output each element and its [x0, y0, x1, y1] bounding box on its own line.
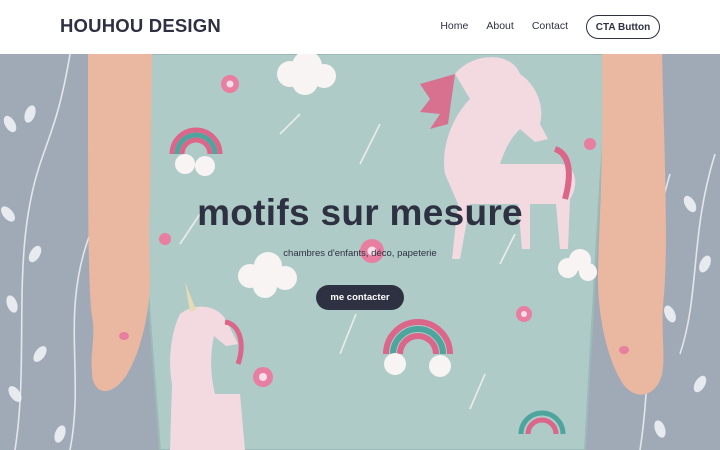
nav-link-home[interactable]: Home	[440, 20, 468, 32]
main-nav: Home About Contact	[440, 20, 568, 32]
brand-logo[interactable]: HOUHOU DESIGN	[60, 15, 221, 37]
site-header: HOUHOU DESIGN Home About Contact CTA But…	[0, 0, 720, 54]
hero-section: motifs sur mesure chambres d'enfants, dé…	[0, 54, 720, 450]
nav-link-contact[interactable]: Contact	[532, 20, 568, 32]
hero-title: motifs sur mesure	[197, 192, 523, 233]
hero-subtitle: chambres d'enfants, déco, papeterie	[283, 248, 437, 259]
nav-link-about[interactable]: About	[486, 20, 513, 32]
contact-button[interactable]: me contacter	[316, 285, 404, 310]
hero-content: motifs sur mesure chambres d'enfants, dé…	[0, 54, 720, 450]
cta-button[interactable]: CTA Button	[586, 15, 660, 39]
